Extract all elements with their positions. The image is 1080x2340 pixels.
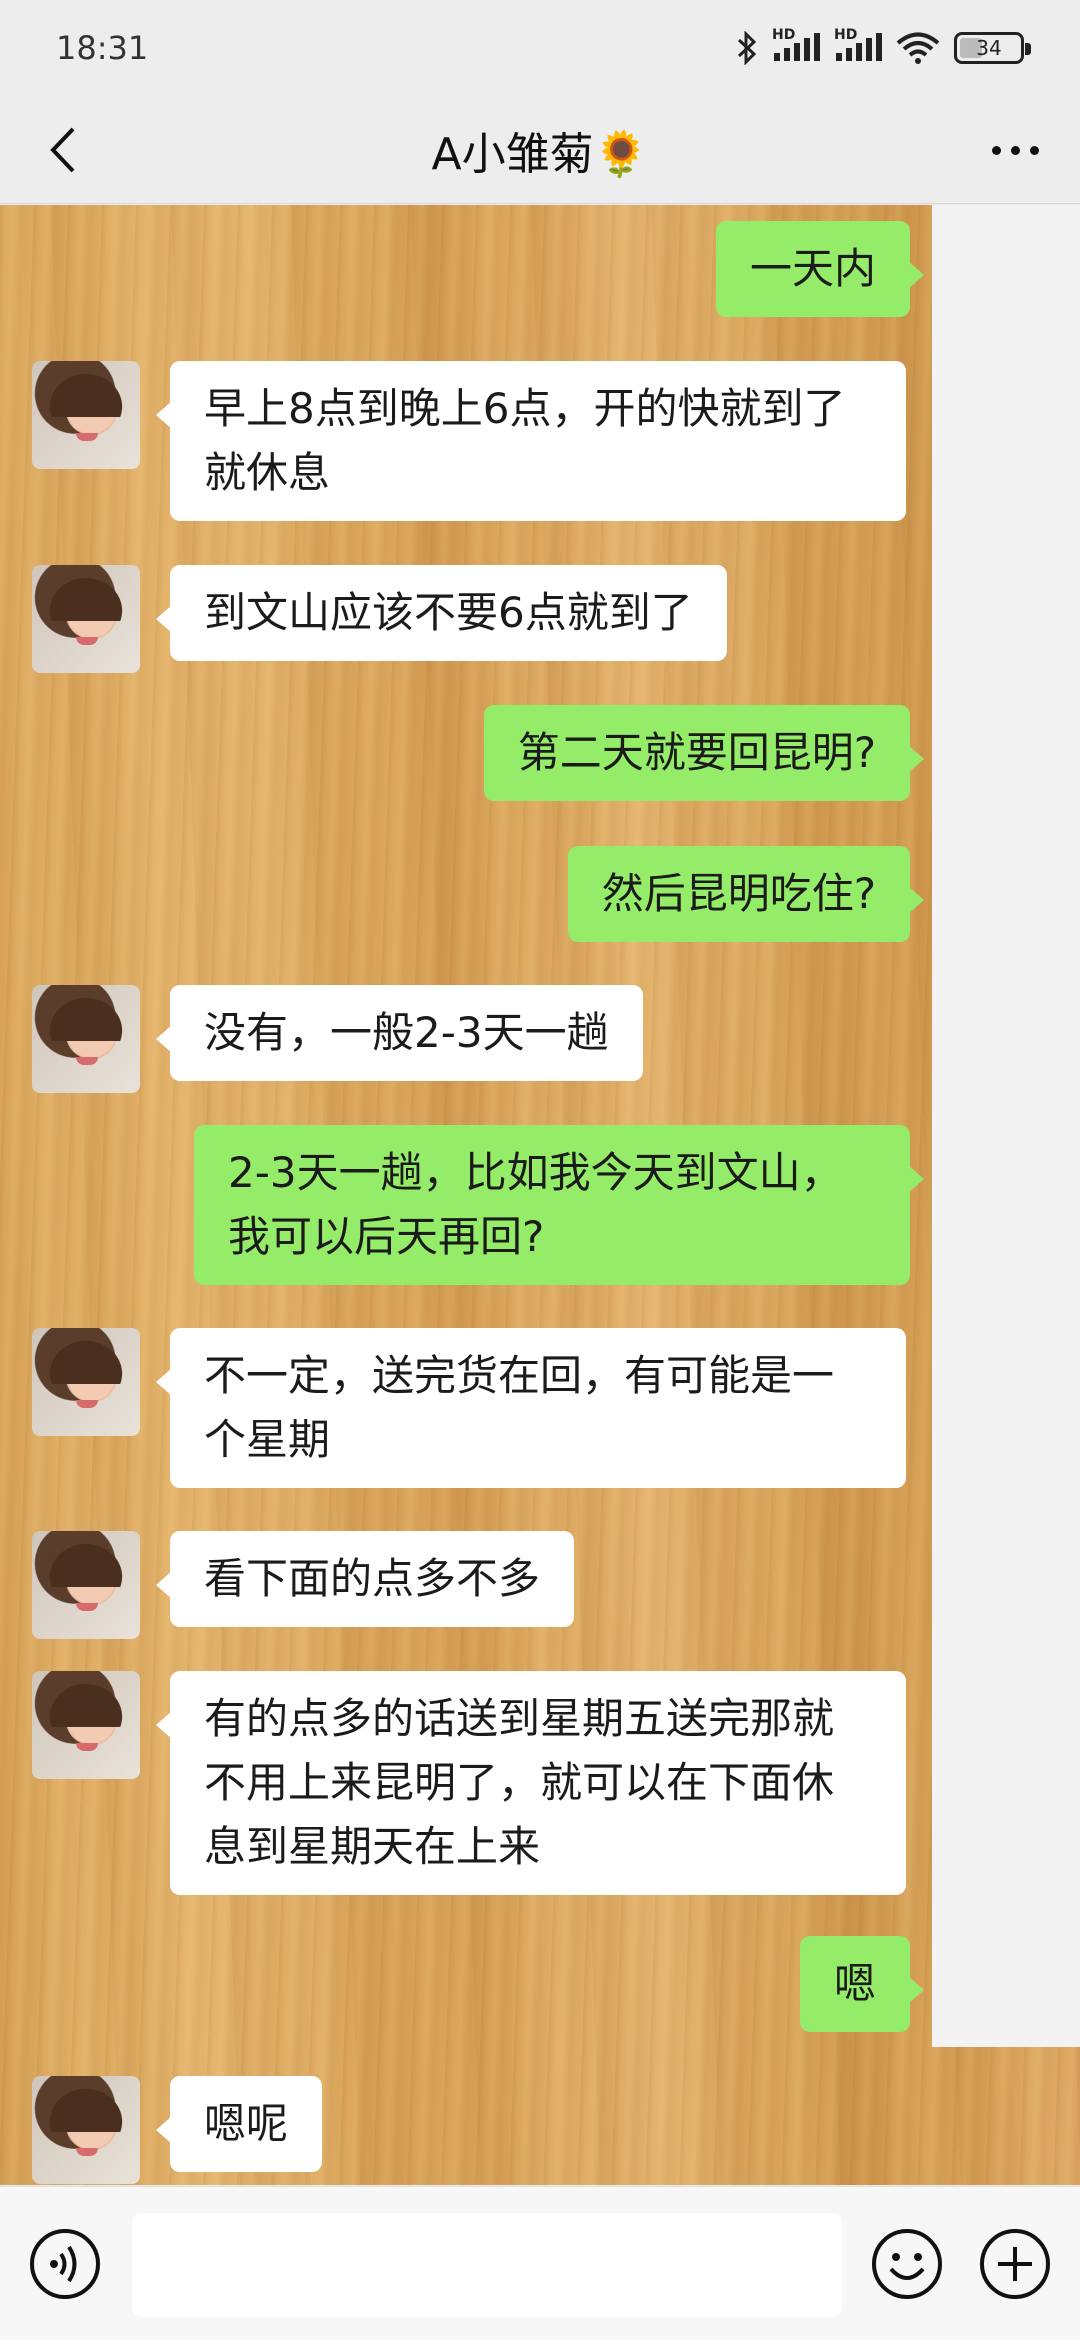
more-functions-button[interactable] — [978, 2227, 1052, 2301]
message-bubble[interactable]: 早上8点到晚上6点，开的快就到了就休息 — [156, 361, 906, 521]
message-bubble[interactable]: 一天内 — [715, 221, 925, 317]
message-sent: 第二天就要回昆明? — [483, 705, 925, 801]
chat-area[interactable]: 一天内 早上8点到晚上6点，开的快就到了就休息 到文山应该不要6点就到了 第二天… — [0, 205, 1080, 2185]
avatar[interactable] — [32, 1671, 140, 1779]
message-bubble[interactable]: 2-3天一趟，比如我今天到文山，我可以后天再回? — [194, 1125, 924, 1285]
voice-icon — [30, 2229, 100, 2299]
message-sent: 嗯 — [799, 1936, 925, 2032]
message-bubble[interactable]: 嗯 — [799, 1936, 925, 2032]
chat-header: A小雏菊🌻 — [0, 96, 1080, 204]
signal-icon: HD — [834, 27, 882, 63]
avatar[interactable] — [32, 361, 140, 469]
message-sent: 然后昆明吃住? — [567, 846, 925, 942]
message-sent: 2-3天一趟，比如我今天到文山，我可以后天再回? — [194, 1125, 924, 1285]
message-received: 早上8点到晚上6点，开的快就到了就休息 — [32, 361, 906, 521]
message-bubble[interactable]: 看下面的点多不多 — [155, 1531, 575, 1627]
message-bubble[interactable]: 嗯呢 — [155, 2076, 323, 2172]
status-icons: HD HD 34 — [736, 27, 1031, 65]
dot-icon — [1010, 145, 1020, 155]
message-received: 没有，一般2-3天一趟 — [32, 985, 643, 1093]
back-button[interactable] — [30, 118, 94, 182]
message-bubble[interactable]: 第二天就要回昆明? — [483, 705, 925, 801]
message-received: 嗯呢 — [32, 2076, 323, 2184]
voice-button[interactable] — [28, 2227, 102, 2301]
message-bubble[interactable]: 有的点多的话送到星期五送完那就不用上来昆明了，就可以在下面休息到星期天在上来 — [156, 1671, 906, 1895]
hd-label: HD — [834, 27, 858, 43]
chat-title: A小雏菊🌻 — [431, 128, 649, 180]
status-bar: 18:31 HD HD 34 — [0, 0, 1080, 96]
message-input[interactable] — [132, 2213, 842, 2317]
plus-icon — [980, 2229, 1050, 2299]
battery-level: 34 — [976, 36, 1002, 60]
dot-icon — [1029, 145, 1039, 155]
message-sent: 一天内 — [715, 221, 925, 317]
hd-label: HD — [772, 27, 796, 43]
message-received: 看下面的点多不多 — [32, 1531, 575, 1639]
emoji-icon — [872, 2229, 942, 2299]
avatar[interactable] — [32, 1531, 140, 1639]
more-options-button[interactable] — [980, 118, 1050, 182]
avatar[interactable] — [32, 565, 140, 673]
message-bubble[interactable]: 没有，一般2-3天一趟 — [156, 985, 643, 1081]
message-bubble[interactable]: 到文山应该不要6点就到了 — [156, 565, 727, 661]
avatar[interactable] — [32, 2076, 140, 2184]
bluetooth-icon — [736, 31, 758, 65]
wifi-icon — [896, 32, 940, 64]
battery-icon: 34 — [954, 32, 1031, 64]
side-panel — [932, 205, 1080, 2047]
signal-icon: HD — [772, 27, 820, 63]
message-bubble[interactable]: 不一定，送完货在回，有可能是一个星期 — [156, 1328, 906, 1488]
dot-icon — [991, 145, 1001, 155]
input-bar — [0, 2186, 1080, 2340]
chevron-left-icon — [50, 127, 75, 173]
message-received: 到文山应该不要6点就到了 — [32, 565, 727, 673]
avatar[interactable] — [32, 985, 140, 1093]
message-received: 不一定，送完货在回，有可能是一个星期 — [32, 1328, 906, 1488]
avatar[interactable] — [32, 1328, 140, 1436]
message-received: 有的点多的话送到星期五送完那就不用上来昆明了，就可以在下面休息到星期天在上来 — [32, 1671, 906, 1895]
emoji-button[interactable] — [870, 2227, 944, 2301]
status-time: 18:31 — [56, 29, 149, 67]
message-bubble[interactable]: 然后昆明吃住? — [567, 846, 925, 942]
